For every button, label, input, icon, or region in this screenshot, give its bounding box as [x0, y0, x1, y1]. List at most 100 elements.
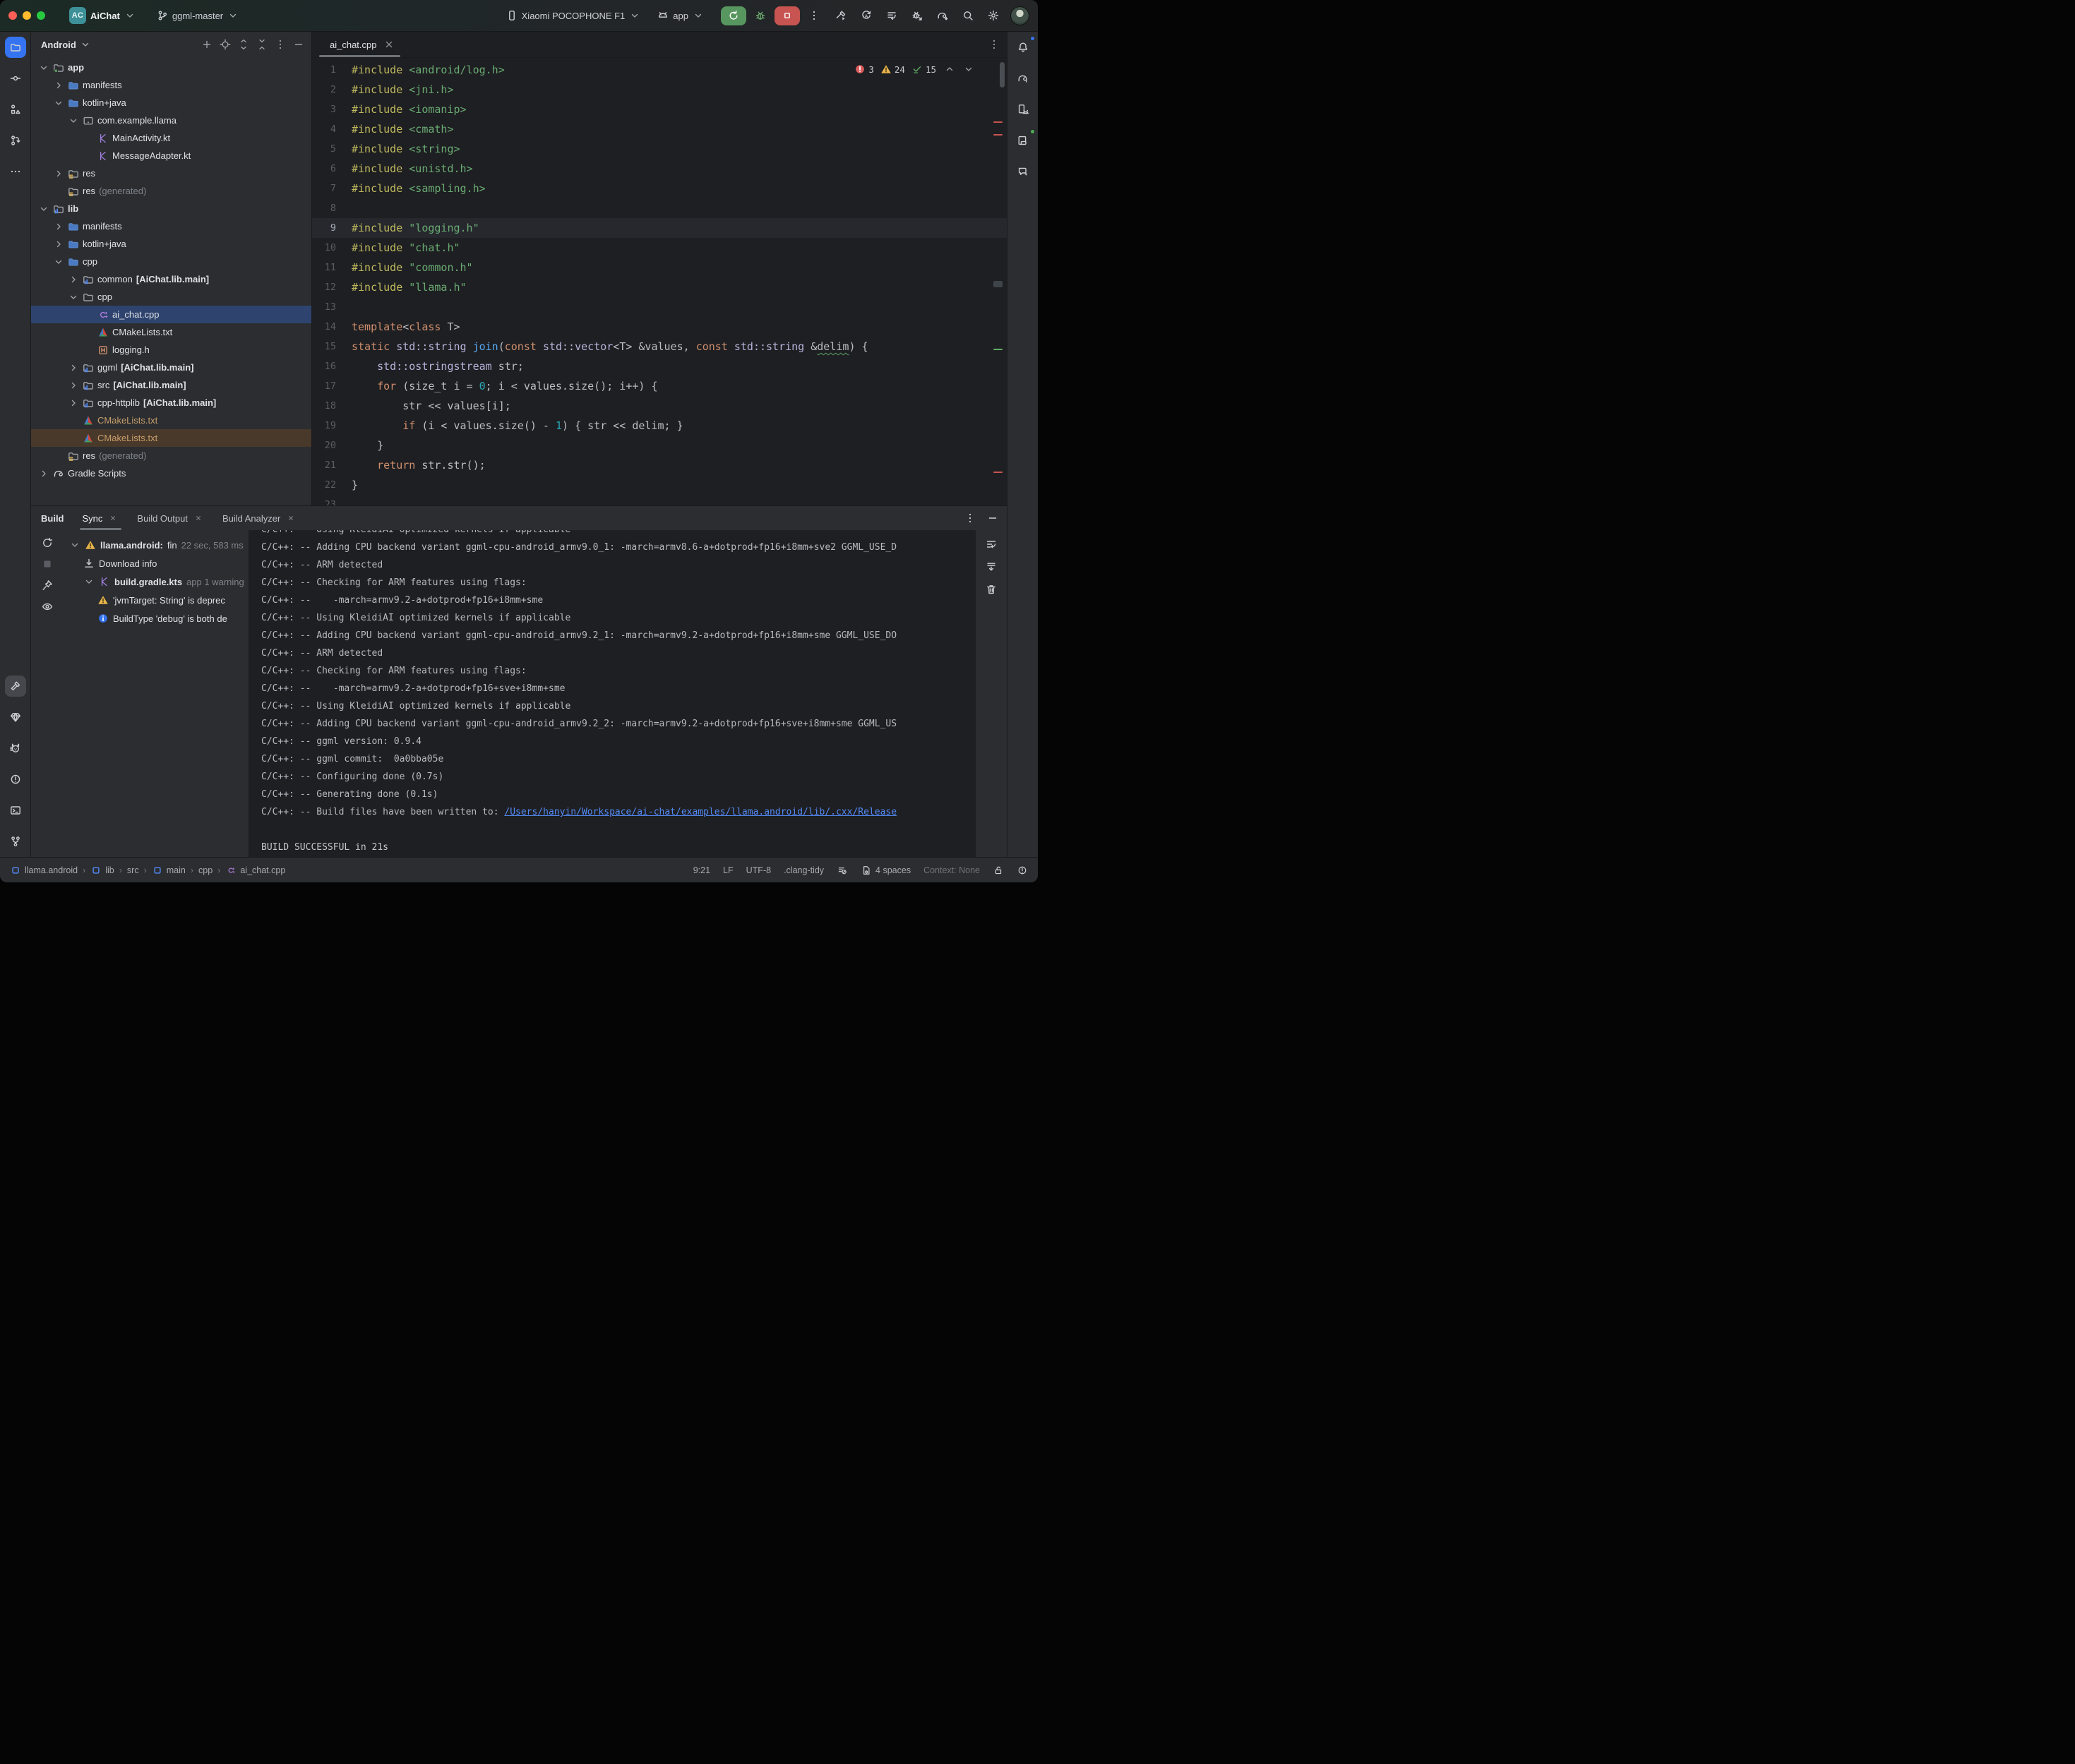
tool-button-logcat[interactable]: [5, 738, 26, 759]
select-opened-file-button[interactable]: [217, 36, 234, 53]
chevron-down-icon[interactable]: [68, 292, 79, 303]
breadcrumb-lib[interactable]: lib: [90, 865, 114, 876]
status-indent-style[interactable]: 4 spaces: [861, 865, 911, 876]
build-tree-item[interactable]: 'jvmTarget: String' is deprec: [64, 591, 249, 609]
tree-item-kotlin-java[interactable]: kotlin+java: [31, 235, 311, 253]
project-widget[interactable]: AC AiChat: [69, 7, 136, 24]
tree-item-manifests[interactable]: manifests: [31, 217, 311, 235]
chevron-right-icon[interactable]: [68, 397, 79, 409]
stop-sync-button[interactable]: [42, 558, 53, 570]
code-line-2[interactable]: 2#include <jni.h>: [312, 80, 1007, 100]
status-clang-tidy[interactable]: .clang-tidy: [784, 865, 824, 875]
tool-button-commit[interactable]: [5, 68, 26, 89]
attach-debugger-button[interactable]: [911, 10, 923, 21]
editor-scrollbar[interactable]: [1000, 62, 1005, 88]
build-tab-build-output[interactable]: Build Output: [137, 506, 204, 530]
tree-item-cpp[interactable]: cpp: [31, 288, 311, 306]
chevron-right-icon[interactable]: [53, 80, 64, 91]
tree-item-com-example-llama[interactable]: com.example.llama: [31, 112, 311, 129]
tool-button-device-manager[interactable]: [1012, 99, 1034, 120]
build-options-button[interactable]: [964, 512, 976, 524]
avatar[interactable]: [1010, 6, 1029, 25]
code-line-10[interactable]: 10#include "chat.h": [312, 238, 1007, 258]
run-more-menu[interactable]: [808, 10, 820, 21]
tree-item-src[interactable]: src[AiChat.lib.main]: [31, 376, 311, 394]
close-window-button[interactable]: [8, 11, 17, 20]
build-log[interactable]: C/C++: -- Using KleidiAI optimized kerne…: [249, 530, 976, 857]
chevron-right-icon[interactable]: [53, 168, 64, 179]
settings-button[interactable]: [988, 10, 999, 21]
code-line-17[interactable]: 17 for (size_t i = 0; i < values.size();…: [312, 376, 1007, 396]
code-line-21[interactable]: 21 return str.str();: [312, 455, 1007, 475]
build-tree-item[interactable]: llama.android: fin22 sec, 583 ms: [64, 536, 249, 554]
tool-button-pull-requests[interactable]: [5, 130, 26, 151]
chevron-down-icon[interactable]: [83, 576, 95, 587]
status-encoding[interactable]: UTF-8: [746, 865, 771, 875]
build-and-run-button[interactable]: [835, 10, 847, 21]
chevron-right-icon[interactable]: [68, 362, 79, 373]
scroll-to-end-button[interactable]: [986, 561, 997, 572]
breadcrumb-ai-chat-cpp[interactable]: ai_chat.cpp: [225, 865, 285, 876]
tree-item-cmakelists-txt[interactable]: CMakeLists.txt: [31, 323, 311, 341]
stop-button[interactable]: [775, 6, 800, 25]
build-output-path-link[interactable]: /Users/hanyin/Workspace/ai-chat/examples…: [504, 807, 897, 817]
chevron-down-icon[interactable]: [53, 97, 64, 109]
tool-button-structure[interactable]: [5, 99, 26, 120]
gradle-sync-button[interactable]: [937, 10, 948, 21]
code-line-13[interactable]: 13: [312, 297, 1007, 317]
tree-item-cpp-httplib[interactable]: cpp-httplib[AiChat.lib.main]: [31, 394, 311, 412]
close-tab-icon[interactable]: [383, 39, 395, 50]
chevron-down-icon[interactable]: [69, 539, 80, 551]
tree-item-ai-chat-cpp[interactable]: ai_chat.cpp: [31, 306, 311, 323]
tree-item-res[interactable]: res(generated): [31, 447, 311, 464]
tree-item-mainactivity-kt[interactable]: MainActivity.kt: [31, 129, 311, 147]
analysis-stripe-mark[interactable]: [993, 121, 1003, 123]
code-line-4[interactable]: 4#include <cmath>: [312, 119, 1007, 139]
fullscreen-window-button[interactable]: [37, 11, 45, 20]
code-area[interactable]: 3 24 15 1#include <android/log.h>2#inclu…: [312, 58, 1007, 505]
tree-item-res[interactable]: res: [31, 164, 311, 182]
status-resource-context[interactable]: Context: None: [923, 865, 980, 875]
tool-button-problems[interactable]: [5, 769, 26, 790]
tree-item-messageadapter-kt[interactable]: MessageAdapter.kt: [31, 147, 311, 164]
build-tree-item[interactable]: build.gradle.ktsapp 1 warning: [64, 572, 249, 591]
chevron-right-icon[interactable]: [53, 221, 64, 232]
status-caret-position[interactable]: 9:21: [693, 865, 710, 875]
tree-item-cmakelists-txt[interactable]: CMakeLists.txt: [31, 412, 311, 429]
analysis-stripe-mark[interactable]: [993, 349, 1003, 350]
status-problems-indicator[interactable]: [1017, 865, 1028, 876]
analysis-stripe-mark[interactable]: [993, 281, 1003, 287]
add-button[interactable]: [198, 36, 215, 53]
apply-changes-button[interactable]: A: [861, 10, 872, 21]
next-problem-icon[interactable]: [963, 64, 974, 75]
code-line-19[interactable]: 19 if (i < values.size() - 1) { str << d…: [312, 416, 1007, 436]
apply-code-changes-button[interactable]: [886, 10, 897, 21]
hide-build-panel-button[interactable]: [987, 512, 998, 524]
code-line-16[interactable]: 16 std::ostringstream str;: [312, 356, 1007, 376]
inspections-widget[interactable]: 3 24 15: [854, 64, 974, 75]
chevron-right-icon[interactable]: [68, 274, 79, 285]
tool-button-version-control[interactable]: [5, 831, 26, 852]
debug-button[interactable]: [755, 10, 766, 21]
chevron-down-icon[interactable]: [38, 203, 49, 215]
breadcrumb-llama-android[interactable]: llama.android: [10, 865, 78, 876]
close-tab-icon[interactable]: [109, 514, 117, 522]
chevron-down-icon[interactable]: [53, 256, 64, 268]
soft-wrap-button[interactable]: [986, 539, 997, 550]
chevron-right-icon[interactable]: [53, 239, 64, 250]
tab-ai-chat-cpp[interactable]: ai_chat.cpp: [318, 32, 402, 57]
breadcrumb-src[interactable]: src: [127, 865, 139, 875]
code-line-14[interactable]: 14template<class T>: [312, 317, 1007, 337]
close-tab-icon[interactable]: [287, 514, 295, 522]
tree-item-lib[interactable]: lib: [31, 200, 311, 217]
code-line-7[interactable]: 7#include <sampling.h>: [312, 179, 1007, 198]
tool-button-gemini-assistant[interactable]: [1012, 161, 1034, 182]
filters-button[interactable]: [42, 601, 53, 612]
analysis-stripe-mark[interactable]: [993, 472, 1003, 473]
project-view-title[interactable]: Android: [41, 40, 76, 50]
chevron-right-icon[interactable]: [68, 380, 79, 391]
status-inspections-widget[interactable]: [837, 865, 848, 876]
re-sync-button[interactable]: [42, 537, 53, 548]
run-config-selector[interactable]: app: [657, 10, 704, 21]
pin-tab-button[interactable]: [42, 580, 53, 591]
